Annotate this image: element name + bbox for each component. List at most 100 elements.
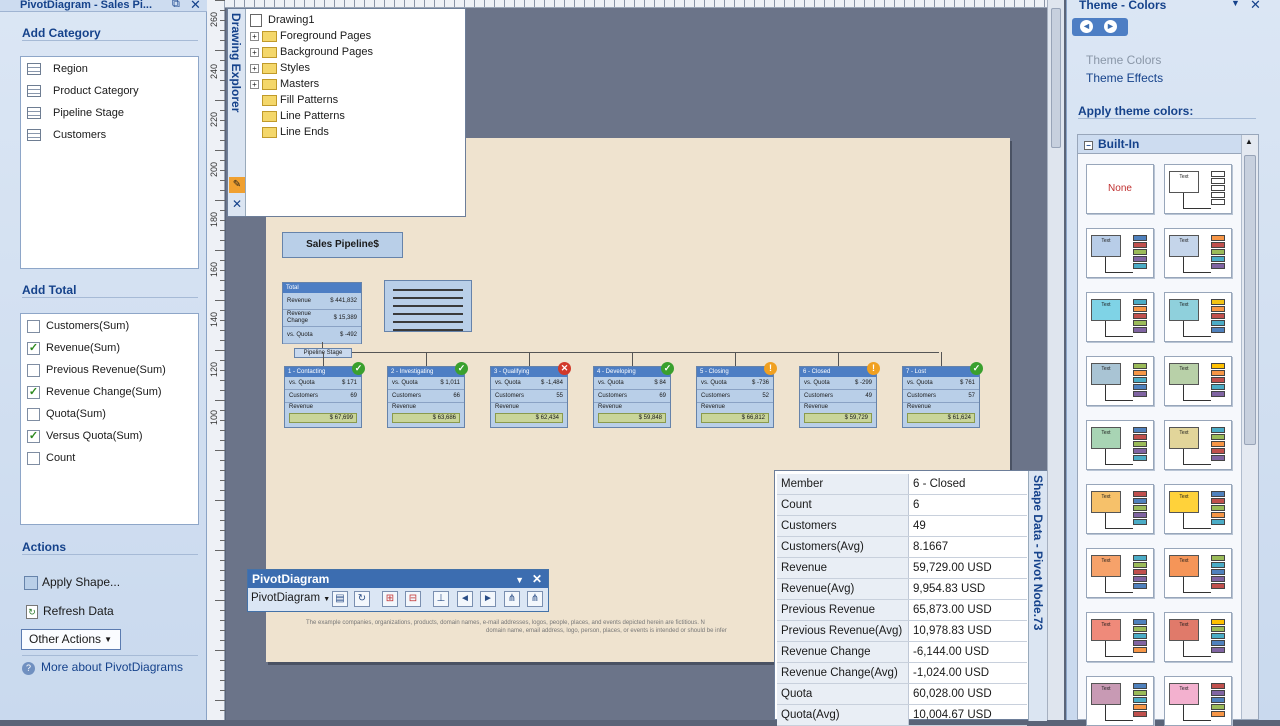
close-icon[interactable]: ✕ bbox=[190, 0, 201, 13]
checkbox[interactable] bbox=[27, 451, 40, 465]
layout-tree-icon[interactable]: ⊥ bbox=[433, 591, 449, 607]
refresh-data-link[interactable]: ↻ Refresh Data bbox=[26, 604, 114, 619]
shape-data-value[interactable]: 59,729.00 USD bbox=[913, 558, 992, 579]
diagram-title-shape[interactable]: Sales Pipeline$ bbox=[282, 232, 403, 258]
checkbox[interactable] bbox=[27, 319, 40, 333]
shape-data-row[interactable]: Quota 60,028.00 USD bbox=[777, 684, 1027, 705]
shape-data-value[interactable]: 65,873.00 USD bbox=[913, 600, 992, 621]
shape-data-value[interactable]: 49 bbox=[913, 516, 926, 537]
tree-item[interactable]: Line Ends bbox=[250, 124, 329, 140]
theme-effects-link[interactable]: Theme Effects bbox=[1086, 71, 1163, 85]
drawing-explorer-window[interactable]: Drawing Explorer ✎ ✕ Drawing1 + Foregroun… bbox=[227, 8, 466, 217]
shape-data-row[interactable]: Previous Revenue(Avg) 10,978.83 USD bbox=[777, 621, 1027, 642]
more-about-link[interactable]: ? More about PivotDiagrams bbox=[22, 660, 183, 675]
theme-swatch-none[interactable]: None bbox=[1086, 164, 1154, 214]
collapse-icon[interactable]: ⊟ bbox=[405, 591, 421, 607]
shape-data-row[interactable]: Customers(Avg) 8.1667 bbox=[777, 537, 1027, 558]
move-right-icon[interactable]: ► bbox=[480, 591, 496, 607]
total-item[interactable]: Customers(Sum) bbox=[27, 317, 129, 335]
builtin-group-header[interactable]: − Built-In bbox=[1078, 135, 1258, 154]
scroll-thumb[interactable] bbox=[1244, 155, 1256, 445]
back-icon[interactable]: ◄ bbox=[1080, 20, 1093, 33]
theme-swatch[interactable]: Text bbox=[1086, 484, 1154, 534]
total-item[interactable]: ✓ Revenue(Sum) bbox=[27, 339, 120, 357]
tree-root[interactable]: Drawing1 bbox=[250, 12, 314, 28]
tree-item[interactable]: Line Patterns bbox=[250, 108, 345, 124]
expand-icon[interactable]: + bbox=[250, 63, 259, 73]
chevron-down-icon[interactable]: ▼ bbox=[515, 571, 524, 589]
theme-swatch[interactable]: Text bbox=[1086, 228, 1154, 278]
hierarchy-icon[interactable]: ⋔ bbox=[504, 591, 520, 607]
theme-swatch[interactable]: Text bbox=[1164, 612, 1232, 662]
tree-item[interactable]: + Foreground Pages bbox=[250, 28, 371, 44]
theme-swatch[interactable]: Text bbox=[1164, 548, 1232, 598]
pivotdiagram-toolbar[interactable]: PivotDiagram ▼ ✕ PivotDiagram ▼ ▤ ↻ ⊞ ⊟ ⊥ … bbox=[247, 569, 549, 612]
total-item[interactable]: Previous Revenue(Sum) bbox=[27, 361, 166, 379]
shape-data-row[interactable]: Revenue Change -6,144.00 USD bbox=[777, 642, 1027, 663]
theme-swatch[interactable]: Text bbox=[1086, 356, 1154, 406]
hierarchy-alt-icon[interactable]: ⋔ bbox=[527, 591, 543, 607]
total-item[interactable]: ✓ Revenue Change(Sum) bbox=[27, 383, 162, 401]
toolbar-titlebar[interactable]: PivotDiagram ▼ ✕ bbox=[248, 570, 548, 588]
list-item[interactable]: Customers bbox=[27, 126, 106, 144]
drawing-explorer-titlebar[interactable]: Drawing Explorer ✎ ✕ bbox=[228, 9, 246, 216]
pipeline-node[interactable]: 6 - Closed vs. Quota $ -299 Customers 49 Reve… bbox=[799, 362, 880, 428]
theme-swatch[interactable]: Text bbox=[1164, 228, 1232, 278]
expand-icon[interactable]: + bbox=[250, 79, 259, 89]
shape-data-row[interactable]: Count 6 bbox=[777, 495, 1027, 516]
shape-data-window[interactable]: Member 6 - Closed Count 6 Customers 49 Custome… bbox=[774, 470, 1047, 726]
shape-data-value[interactable]: 10,004.67 USD bbox=[913, 705, 992, 726]
add-category-icon[interactable]: ▤ bbox=[332, 591, 348, 607]
expand-icon[interactable]: ⊞ bbox=[382, 591, 398, 607]
checkbox[interactable]: ✓ bbox=[27, 385, 40, 399]
theme-colors-link[interactable]: Theme Colors bbox=[1086, 53, 1161, 67]
gallery-scrollbar[interactable]: ▲ bbox=[1241, 135, 1258, 719]
total-item[interactable]: ✓ Versus Quota(Sum) bbox=[27, 427, 143, 445]
shape-data-row[interactable]: Revenue(Avg) 9,954.83 USD bbox=[777, 579, 1027, 600]
checkbox[interactable] bbox=[27, 363, 40, 377]
total-node[interactable]: Total Revenue $ 441,832 Revenue Change $ 15… bbox=[282, 282, 362, 344]
shape-data-value[interactable]: 10,978.83 USD bbox=[913, 621, 992, 642]
shape-data-row[interactable]: Member 6 - Closed bbox=[777, 474, 1027, 495]
theme-swatch[interactable]: Text bbox=[1086, 420, 1154, 470]
apply-shape-link[interactable]: Apply Shape... bbox=[24, 575, 120, 590]
tree-item[interactable]: + Styles bbox=[250, 60, 310, 76]
list-item[interactable]: Product Category bbox=[27, 82, 139, 100]
theme-swatch[interactable]: Text bbox=[1164, 292, 1232, 342]
theme-swatch[interactable]: Text bbox=[1164, 484, 1232, 534]
shape-data-value[interactable]: -6,144.00 USD bbox=[913, 642, 989, 663]
close-icon[interactable]: ✕ bbox=[232, 197, 242, 211]
dock-icon[interactable]: ⧉ bbox=[172, 0, 180, 11]
list-item[interactable]: Pipeline Stage bbox=[27, 104, 124, 122]
pipeline-node[interactable]: 1 - Contacting vs. Quota $ 171 Customers 69 R… bbox=[284, 362, 365, 428]
move-left-icon[interactable]: ◄ bbox=[457, 591, 473, 607]
shape-data-row[interactable]: Previous Revenue 65,873.00 USD bbox=[777, 600, 1027, 621]
expand-icon[interactable]: + bbox=[250, 47, 259, 57]
theme-swatch[interactable]: Text bbox=[1164, 676, 1232, 726]
checkbox[interactable]: ✓ bbox=[27, 429, 40, 443]
theme-swatch[interactable]: Text bbox=[1086, 676, 1154, 726]
shape-data-titlebar[interactable]: Shape Data - Pivot Node.73 bbox=[1028, 471, 1047, 721]
pin-icon[interactable]: ✎ bbox=[229, 177, 245, 193]
pipeline-node[interactable]: 2 - Investigating vs. Quota $ 1,011 Custome… bbox=[387, 362, 468, 428]
theme-swatch[interactable]: Text bbox=[1164, 164, 1232, 214]
pipeline-node[interactable]: 3 - Qualifying vs. Quota $ -1,484 Customers… bbox=[490, 362, 571, 428]
pipeline-node[interactable]: 4 - Developing vs. Quota $ 84 Customers 69 Re… bbox=[593, 362, 674, 428]
scroll-up-icon[interactable]: ▲ bbox=[1245, 137, 1253, 146]
placeholder-shape[interactable] bbox=[384, 280, 472, 332]
pivotdiagram-menu[interactable]: PivotDiagram ▼ bbox=[251, 592, 330, 604]
shape-data-row[interactable]: Quota(Avg) 10,004.67 USD bbox=[777, 705, 1027, 726]
total-item[interactable]: Count bbox=[27, 449, 75, 467]
close-icon[interactable]: ✕ bbox=[1250, 0, 1261, 13]
pipeline-node[interactable]: 7 - Lost vs. Quota $ 761 Customers 57 Revenue… bbox=[902, 362, 983, 428]
forward-icon[interactable]: ► bbox=[1104, 20, 1117, 33]
checkbox[interactable] bbox=[27, 407, 40, 421]
theme-swatch[interactable]: Text bbox=[1086, 612, 1154, 662]
other-actions-dropdown[interactable]: Other Actions ▼ bbox=[21, 629, 121, 650]
tree-item[interactable]: Fill Patterns bbox=[250, 92, 338, 108]
total-item[interactable]: Quota(Sum) bbox=[27, 405, 106, 423]
theme-swatch[interactable]: Text bbox=[1086, 292, 1154, 342]
expand-icon[interactable]: + bbox=[250, 31, 259, 41]
theme-swatch[interactable]: Text bbox=[1164, 356, 1232, 406]
shape-data-row[interactable]: Customers 49 bbox=[777, 516, 1027, 537]
